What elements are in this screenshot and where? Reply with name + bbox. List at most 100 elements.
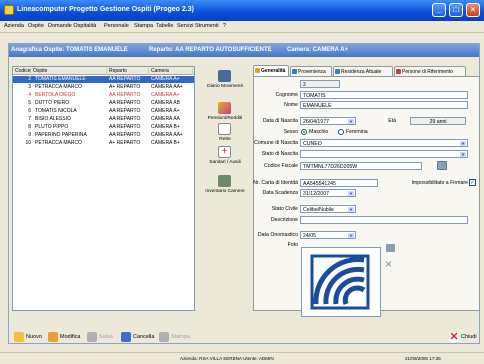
- stato-civile-select[interactable]: Celibe/Nubile ▼: [300, 205, 356, 213]
- list-header: Codice Ospite Reparto Camera: [13, 67, 194, 75]
- photo-logo-image: [308, 252, 374, 312]
- menu-personale[interactable]: Personale: [104, 23, 129, 29]
- stato-nascita-select[interactable]: ▼: [300, 150, 468, 158]
- menu-tabelle[interactable]: Tabelle: [156, 23, 173, 29]
- menu-stampa[interactable]: Stampa: [134, 23, 153, 29]
- label-eta: Età: [388, 118, 396, 124]
- minimize-button[interactable]: _: [432, 3, 446, 17]
- print-icon: [159, 332, 169, 342]
- menu-strumenti[interactable]: Strumenti: [195, 23, 219, 29]
- close-window-button[interactable]: ×: [466, 3, 480, 17]
- carta-identita-field[interactable]: AA545541245: [300, 179, 378, 187]
- bottom-toolbar: Nuovo Modifica Salva Cancella Stampa ✕ Ch…: [8, 330, 480, 346]
- cell-room: CAMERA AA+: [151, 84, 183, 90]
- tab-persone-riferimento[interactable]: Persone di Riferimento: [394, 66, 466, 76]
- cell-name: DUTTO PIERO: [35, 100, 70, 106]
- menu-domande[interactable]: Domande Ospitalità: [48, 23, 96, 29]
- menu-azienda[interactable]: Azienda: [4, 23, 24, 29]
- close-icon: ✕: [449, 331, 459, 343]
- title-bar[interactable]: Lineacomputer Progetto Gestione Ospiti (…: [0, 0, 484, 21]
- label-stato-nascita: Stato di Nascita: [261, 151, 298, 157]
- status-center: Azienda: RSA VILLA SERENA Utente: ADMIN: [180, 356, 274, 361]
- chevron-down-icon[interactable]: ▼: [348, 207, 354, 212]
- cell-code: 10: [25, 140, 31, 146]
- cell-code: 2: [28, 76, 31, 82]
- table-row[interactable]: 3 PETRACCA MARCO A+ REPARTO CAMERA AA+: [13, 84, 194, 91]
- table-row[interactable]: 6 TOMATIS NICOLA AA REPARTO CAMERA A+: [13, 108, 194, 115]
- label-nome: Nome: [284, 102, 298, 108]
- stato-civile-value: Celibe/Nubile: [303, 207, 334, 213]
- table-row[interactable]: 8 PLUTO PIPPO AA REPARTO CAMERA B+: [13, 124, 194, 131]
- chevron-down-icon[interactable]: ▼: [460, 141, 466, 146]
- tab-residenza[interactable]: Residenza Attuale: [333, 66, 393, 76]
- comune-nascita-select[interactable]: CUNEO ▼: [300, 139, 468, 147]
- maximize-button[interactable]: □: [449, 3, 463, 17]
- col-camera[interactable]: Camera: [151, 68, 193, 75]
- cell-code: 8: [28, 124, 31, 130]
- cell-name: TOMATIS NICOLA: [35, 108, 77, 114]
- menu-ospite[interactable]: Ospite: [28, 23, 44, 29]
- photo-box[interactable]: [301, 247, 381, 317]
- tab-label: Generalità: [261, 68, 286, 74]
- button-label: Nuovo: [26, 334, 42, 340]
- tab-label: Provenienza: [298, 69, 326, 75]
- menu-servizi[interactable]: Servizi: [177, 23, 194, 29]
- app-icon: [4, 5, 14, 15]
- data-onomastico-field[interactable]: 24/05 ▼: [300, 231, 356, 239]
- radio-femmina[interactable]: [338, 129, 344, 135]
- data-nascita-field[interactable]: 26/04/1977 ▼: [300, 117, 356, 125]
- chevron-down-icon[interactable]: ▼: [348, 191, 354, 196]
- cell-name: BISIO ALESSIO: [35, 116, 71, 122]
- tab-generalita[interactable]: Generalità: [253, 65, 289, 76]
- chevron-down-icon[interactable]: ▼: [348, 119, 354, 124]
- cell-name: PAPERINO PAPERINA: [35, 132, 87, 138]
- col-reparto[interactable]: Reparto: [109, 68, 149, 75]
- col-codice[interactable]: Codice: [15, 68, 31, 75]
- cell-code: 5: [28, 100, 31, 106]
- header-department: Reparto: AA REPARTO AUTOSUFFICIENTE: [149, 47, 272, 53]
- label-data-onomastico: Data Onomastico: [257, 232, 298, 238]
- cell-code: 9: [28, 132, 31, 138]
- nome-field[interactable]: EMANUELE: [300, 101, 468, 109]
- button-label: Salva: [99, 334, 113, 340]
- label-foto: Foto: [287, 242, 298, 248]
- tab-provenienza[interactable]: Provenienza: [290, 66, 332, 76]
- chevron-down-icon[interactable]: ▼: [460, 152, 466, 157]
- tool-diario-movimenti[interactable]: Diario Movimenti: [199, 70, 251, 100]
- header-guest: Anagrafica Ospite: TOMATIS EMANUELE: [11, 47, 128, 53]
- cell-name: PLUTO PIPPO: [35, 124, 69, 130]
- guest-list[interactable]: Codice Ospite Reparto Camera 2 TOMATIS EM…: [12, 66, 195, 311]
- calculator-icon[interactable]: [437, 161, 447, 170]
- tool-label: Pensioni/Redditi: [207, 116, 243, 121]
- cell-dept: AA REPARTO: [109, 76, 141, 82]
- impossibilitato-checkbox[interactable]: ✓: [469, 179, 476, 186]
- table-row[interactable]: 4 BERTOLA DIEGO AA REPARTO CAMERA A+: [13, 92, 194, 99]
- tool-label: Diario Movimenti: [207, 84, 243, 89]
- chevron-down-icon[interactable]: ▼: [348, 233, 354, 238]
- cognome-field[interactable]: TOMATIS: [300, 91, 468, 99]
- table-row[interactable]: 9 PAPERINO PAPERINA AA REPARTO CAMERA AA+: [13, 132, 194, 139]
- menu-help[interactable]: ?: [223, 23, 226, 29]
- tool-sanitari-ausili[interactable]: + Sanitari / Ausili: [199, 146, 251, 176]
- cell-name: TOMATIS EMANUELE: [35, 76, 86, 82]
- table-row[interactable]: 10 PETRACCA MARCO A+ REPARTO CAMERA B+: [13, 140, 194, 147]
- label-carta-identita: Nr. Carta di Identità: [253, 180, 298, 186]
- cell-room: CAMERA AA: [151, 116, 180, 122]
- remove-photo-icon[interactable]: ×: [385, 258, 392, 270]
- radio-maschio[interactable]: [301, 129, 307, 135]
- data-scadenza-field[interactable]: 31/12/2007 ▼: [300, 189, 356, 197]
- table-row[interactable]: 7 BISIO ALESSIO AA REPARTO CAMERA AA: [13, 116, 194, 123]
- car-icon: [218, 70, 231, 82]
- application-window: Lineacomputer Progetto Gestione Ospiti (…: [0, 0, 484, 364]
- descrizione-field[interactable]: [300, 216, 468, 224]
- codice-field: 2: [300, 80, 340, 88]
- codice-fiscale-field[interactable]: TMTMNL77D26D205W: [300, 162, 422, 170]
- col-ospite[interactable]: Ospite: [33, 68, 107, 75]
- camera-icon[interactable]: [386, 244, 395, 252]
- cell-code: 3: [28, 84, 31, 90]
- table-row[interactable]: 5 DUTTO PIERO AA REPARTO CAMERA AB: [13, 100, 194, 107]
- cell-name: PETRACCA MARCO: [35, 84, 82, 90]
- table-row[interactable]: 2 TOMATIS EMANUELE AA REPARTO CAMERA A+: [13, 76, 194, 83]
- building-icon: [292, 69, 297, 74]
- comune-nascita-value: CUNEO: [303, 141, 322, 147]
